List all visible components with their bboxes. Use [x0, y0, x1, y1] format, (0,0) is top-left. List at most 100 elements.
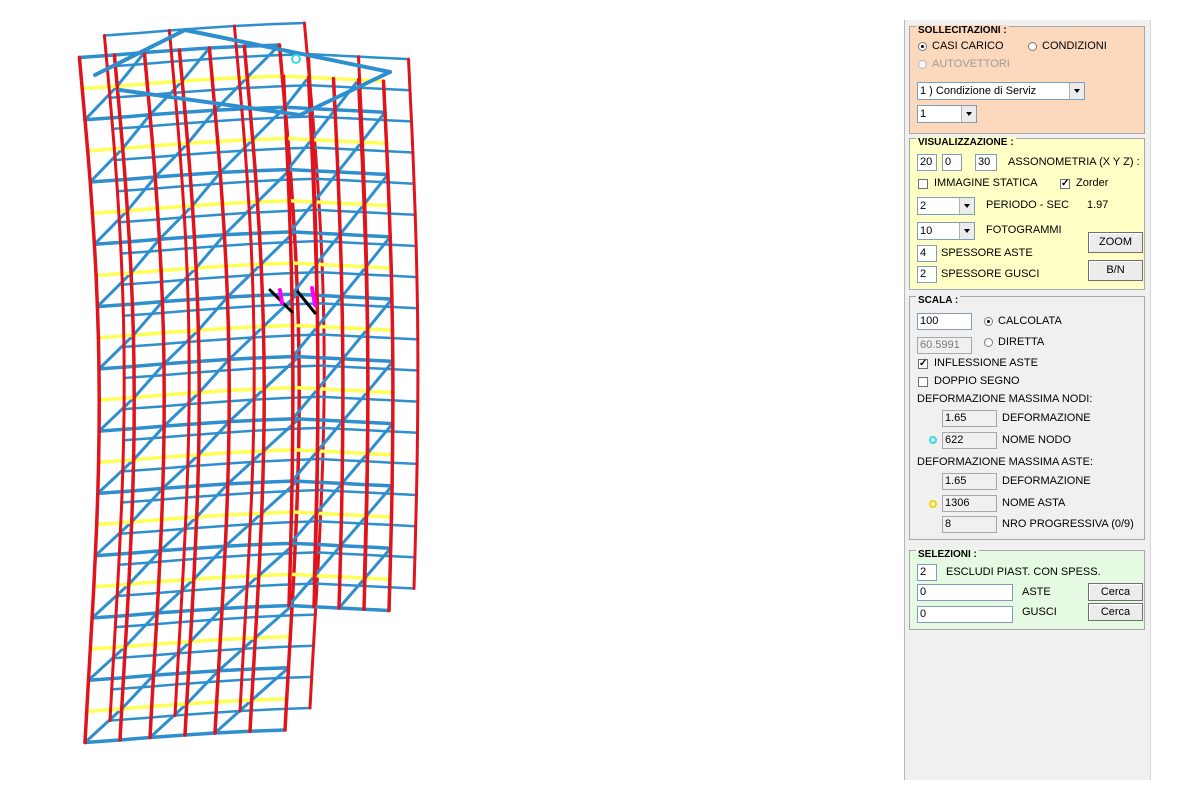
doppio-segno-label[interactable]: DOPPIO SEGNO: [934, 375, 1020, 388]
frame-column: [388, 515, 394, 550]
frame-brace: [340, 265, 368, 299]
frame-beam: [225, 293, 265, 299]
frame-beam: [316, 333, 345, 337]
frame-column: [414, 244, 419, 279]
frame-beam: [291, 385, 320, 391]
frame-beam: [275, 675, 313, 680]
frame-column: [185, 141, 192, 177]
zorder-label[interactable]: Zorder: [1076, 177, 1108, 190]
frame-beam: [84, 707, 124, 714]
frame-column: [387, 577, 392, 613]
gusci-input[interactable]: 0: [917, 606, 1013, 623]
frame-column: [312, 573, 317, 609]
casi-carico-label[interactable]: CASI CARICO: [932, 40, 1004, 53]
frame-column: [245, 75, 252, 111]
frame-column: [177, 620, 182, 655]
axo-x-input[interactable]: 20: [917, 154, 937, 171]
frame-beam: [151, 670, 191, 677]
frame-column: [251, 429, 256, 464]
frame-brace: [129, 237, 161, 275]
frame-column: [388, 546, 393, 582]
calcolata-radio[interactable]: [984, 317, 993, 326]
frame-column: [129, 489, 135, 524]
casi-carico-radio[interactable]: [918, 42, 927, 51]
condizioni-label[interactable]: CONDIZIONI: [1042, 40, 1107, 53]
frame-column: [112, 53, 119, 88]
frame-column: [387, 203, 392, 239]
spessore-gusci-label: SPESSORE GUSCI: [941, 268, 1040, 280]
chevron-down-icon[interactable]: [959, 198, 974, 214]
immagine-statica-checkbox[interactable]: [918, 179, 928, 189]
doppio-segno-checkbox[interactable]: [918, 377, 928, 387]
frame-beam: [192, 575, 226, 582]
zoom-button[interactable]: ZOOM: [1088, 232, 1143, 253]
frame-brace: [250, 666, 290, 702]
frame-beam: [226, 449, 266, 455]
frame-beam: [148, 733, 187, 740]
frame-column: [192, 235, 198, 270]
frame-beam: [194, 513, 229, 519]
bn-button[interactable]: B/N: [1088, 260, 1143, 281]
frame-column: [288, 603, 294, 639]
frame-beam: [338, 209, 367, 214]
fotogrammi-select[interactable]: 10: [917, 222, 975, 240]
condition-select[interactable]: 1 ) Condizione di Serviz: [917, 82, 1085, 100]
max-node-marker-icon: [291, 54, 301, 64]
chevron-down-icon[interactable]: [961, 106, 976, 122]
chevron-down-icon[interactable]: [959, 223, 974, 239]
frame-beam: [315, 324, 345, 330]
frame-column: [88, 616, 94, 651]
escludi-input[interactable]: 2: [917, 564, 937, 581]
cerca-gusci-button[interactable]: Cerca: [1088, 603, 1143, 621]
frame-beam: [390, 492, 418, 497]
immagine-statica-label[interactable]: IMMAGINE STATICA: [934, 177, 1038, 190]
frame-beam: [88, 177, 127, 184]
frame-beam: [188, 637, 223, 644]
frame-column: [183, 496, 189, 531]
condizioni-radio[interactable]: [1028, 42, 1037, 51]
aste-input[interactable]: 0: [917, 584, 1013, 601]
frame-brace: [83, 707, 124, 744]
frame-beam: [313, 208, 342, 213]
diretta-radio[interactable]: [984, 338, 993, 347]
visualizzazione-group: VISUALIZZAZIONE : 20 0 30 ASSONOMETRIA (…: [909, 137, 1145, 290]
calcolata-label[interactable]: CALCOLATA: [998, 315, 1062, 328]
deformed-structure-model[interactable]: [0, 0, 900, 800]
structure-viewport[interactable]: [0, 0, 900, 800]
zorder-checkbox[interactable]: ✓: [1060, 179, 1070, 189]
frame-column: [178, 153, 184, 188]
frame-column: [86, 647, 93, 682]
frame-column: [83, 709, 89, 745]
inflessione-aste-checkbox[interactable]: ✓: [918, 359, 928, 369]
frame-beam: [358, 109, 387, 115]
nro-progressiva-value: 8: [942, 516, 997, 533]
spessore-gusci-input[interactable]: 2: [917, 266, 937, 283]
scale-input[interactable]: 100: [917, 313, 972, 330]
frame-column: [145, 81, 152, 117]
frame-beam: [366, 420, 395, 426]
frame-brace: [365, 484, 394, 518]
frame-beam: [363, 545, 393, 550]
axo-y-input[interactable]: 0: [942, 154, 962, 171]
inflessione-aste-label[interactable]: INFLESSIONE ASTE: [934, 357, 1038, 370]
frame-beam: [187, 400, 226, 406]
frame-column: [123, 177, 130, 213]
frame-brace: [220, 574, 261, 610]
frame-brace: [362, 173, 390, 206]
cerca-aste-button[interactable]: Cerca: [1088, 583, 1143, 601]
periodo-select[interactable]: 2: [917, 197, 975, 215]
frame-beam: [388, 212, 417, 217]
frame-beam: [218, 636, 258, 642]
frame-brace: [192, 544, 227, 581]
spessore-aste-input[interactable]: 4: [917, 245, 937, 262]
frame-column: [245, 180, 251, 215]
frame-column: [284, 665, 291, 701]
diretta-label[interactable]: DIRETTA: [998, 336, 1044, 349]
index-select[interactable]: 1: [917, 105, 977, 123]
axo-z-input[interactable]: 30: [975, 154, 997, 171]
chevron-down-icon[interactable]: [1069, 83, 1084, 99]
aste-deformazione-label: DEFORMAZIONE: [1002, 475, 1091, 487]
frame-beam: [120, 144, 155, 151]
def-max-nodi-heading: DEFORMAZIONE MASSIMA NODI:: [917, 393, 1093, 405]
frame-beam: [268, 21, 306, 26]
